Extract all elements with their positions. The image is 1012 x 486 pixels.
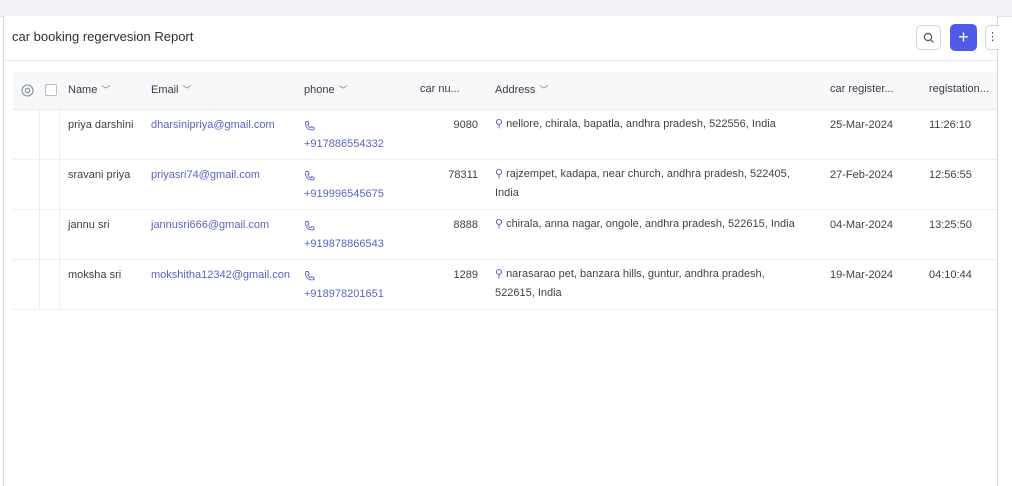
report-title: car booking regervesion Report	[12, 29, 194, 44]
report-panel: car booking regervesion Report + ⋮ Name ﹀…	[3, 16, 999, 486]
cell-address: ⚲ narasarao pet, banzara hills, guntur, a…	[495, 265, 815, 303]
cell-registration-time: 04:10:44	[929, 269, 972, 281]
chevron-down-icon: ﹀	[182, 85, 192, 95]
column-divider	[59, 110, 60, 159]
column-divider	[59, 160, 60, 209]
column-header-phone-label: phone	[304, 84, 335, 96]
location-pin-icon: ⚲	[495, 218, 504, 230]
cell-registered-date: 04-Mar-2024	[830, 219, 893, 231]
column-divider	[59, 260, 60, 309]
cell-name: priya darshini	[68, 119, 134, 131]
cell-email-link[interactable]: mokshitha12342@gmail.con	[151, 269, 290, 281]
phone-icon	[305, 221, 315, 231]
cell-registration-time: 11:26:10	[929, 119, 972, 131]
location-pin-icon: ⚲	[495, 118, 504, 130]
table-row[interactable]: sravani priya priyasri74@gmail.com +9199…	[13, 160, 997, 210]
column-header-name[interactable]: Name ﹀	[68, 83, 110, 96]
cell-address-line2: India	[495, 187, 519, 199]
chevron-down-icon: ﹀	[338, 85, 348, 95]
cell-address: ⚲ rajzempet, kadapa, near church, andhra …	[495, 165, 815, 203]
cell-registered-date: 25-Mar-2024	[830, 119, 893, 131]
cell-phone-number: +919996545675	[304, 188, 384, 200]
cell-name: sravani priya	[68, 169, 131, 181]
more-options-button[interactable]: ⋮	[985, 25, 999, 50]
cell-car-number: 9080	[453, 119, 478, 131]
chevron-down-icon: ﹀	[539, 85, 549, 95]
cell-phone-number: +917886554332	[304, 138, 384, 150]
column-header-address[interactable]: Address ﹀	[495, 83, 548, 96]
column-header-registered-date[interactable]: car register...	[830, 83, 894, 95]
cell-name: jannu sri	[68, 219, 110, 231]
cell-address: ⚲ chirala, anna nagar, ongole, andhra pra…	[495, 215, 825, 234]
column-header-email[interactable]: Email ﹀	[151, 83, 192, 96]
cell-phone-number: +919878866543	[304, 238, 384, 250]
cell-phone-number: +918978201651	[304, 288, 384, 300]
cell-registered-date: 19-Mar-2024	[830, 269, 893, 281]
cell-registration-time: 12:56:55	[929, 169, 972, 181]
search-button[interactable]	[916, 25, 941, 50]
location-pin-icon: ⚲	[495, 168, 504, 180]
report-header: car booking regervesion Report + ⋮	[4, 16, 999, 61]
cell-phone[interactable]: +919878866543	[304, 219, 384, 250]
cell-car-number: 8888	[453, 219, 478, 231]
chevron-down-icon: ﹀	[101, 85, 111, 95]
cell-registration-time: 13:25:50	[929, 219, 972, 231]
cell-email-link[interactable]: jannusri666@gmail.com	[151, 219, 269, 231]
column-header-car-number[interactable]: car nu...	[420, 83, 460, 95]
column-visibility-icon[interactable]	[21, 84, 34, 97]
cell-phone[interactable]: +919996545675	[304, 169, 384, 200]
cell-email-link[interactable]: dharsinipriya@gmail.com	[151, 119, 275, 131]
cell-registered-date: 27-Feb-2024	[830, 169, 893, 181]
table-row[interactable]: priya darshini dharsinipriya@gmail.com +…	[13, 110, 997, 160]
column-header-phone[interactable]: phone ﹀	[304, 83, 348, 96]
cell-address-line1: chirala, anna nagar, ongole, andhra prad…	[506, 218, 795, 230]
column-divider	[39, 110, 40, 159]
cell-address-line1: rajzempet, kadapa, near church, andhra p…	[506, 168, 790, 180]
column-header-registration-time[interactable]: registation...	[929, 83, 989, 95]
column-divider	[39, 260, 40, 309]
add-button[interactable]: +	[950, 24, 977, 51]
phone-icon	[305, 271, 315, 281]
cell-car-number: 1289	[453, 269, 478, 281]
cell-phone[interactable]: +918978201651	[304, 269, 384, 300]
phone-icon	[305, 121, 315, 131]
column-divider	[59, 210, 60, 259]
table-row[interactable]: jannu sri jannusri666@gmail.com +9198788…	[13, 210, 997, 260]
cell-address-line2: 522615, India	[495, 287, 562, 299]
table-header-row: Name ﹀ Email ﹀ phone ﹀ car nu... Address ﹀ c…	[13, 72, 997, 110]
column-divider	[39, 160, 40, 209]
table-row[interactable]: moksha sri mokshitha12342@gmail.con +918…	[13, 260, 997, 310]
cell-address-line1: nellore, chirala, bapatla, andhra prades…	[506, 118, 776, 130]
top-band	[0, 0, 1012, 17]
cell-car-number: 78311	[448, 169, 478, 181]
location-pin-icon: ⚲	[495, 268, 504, 280]
column-header-email-label: Email	[151, 84, 179, 96]
phone-icon	[305, 171, 315, 181]
column-divider	[39, 210, 40, 259]
cell-address: ⚲ nellore, chirala, bapatla, andhra prade…	[495, 115, 815, 134]
cell-phone[interactable]: +917886554332	[304, 119, 384, 150]
select-all-checkbox[interactable]	[45, 84, 57, 96]
column-header-name-label: Name	[68, 84, 98, 96]
search-icon	[923, 32, 934, 43]
cell-name: moksha sri	[68, 269, 122, 281]
cell-address-line1: narasarao pet, banzara hills, guntur, an…	[506, 268, 765, 280]
cell-email-link[interactable]: priyasri74@gmail.com	[151, 169, 260, 181]
column-header-address-label: Address	[495, 84, 536, 96]
